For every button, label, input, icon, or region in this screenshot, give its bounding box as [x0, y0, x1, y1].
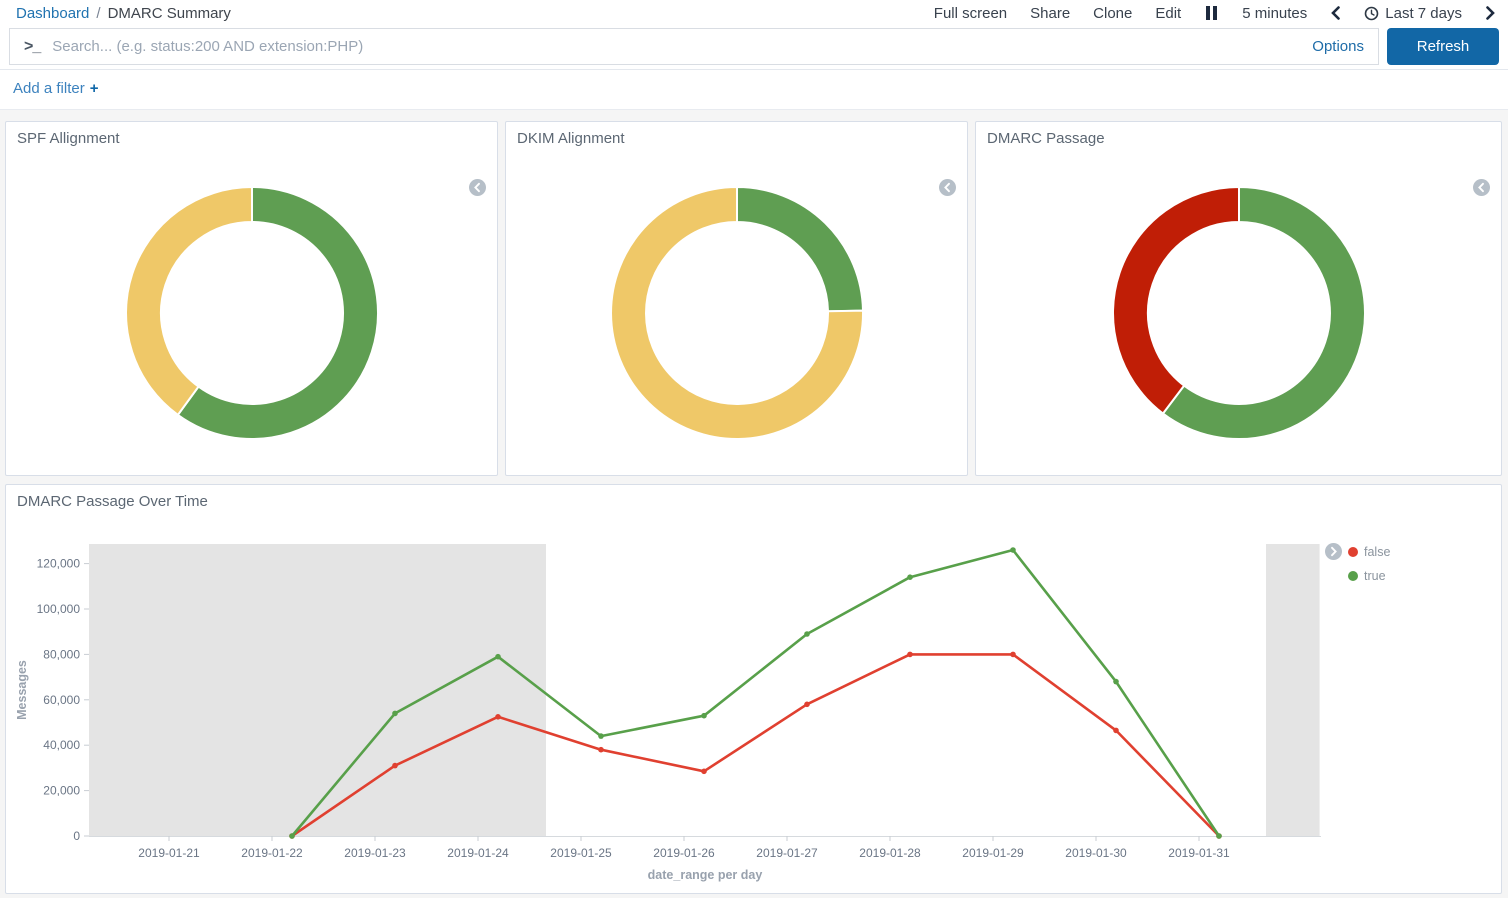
svg-text:80,000: 80,000: [43, 647, 80, 661]
dashboard-grid: SPF Allignment DKIM Alignment: [0, 110, 1508, 898]
svg-text:date_range per day: date_range per day: [648, 868, 763, 882]
svg-text:100,000: 100,000: [37, 602, 81, 616]
panel-dmarc-passage: DMARC Passage: [975, 121, 1502, 476]
legend-item-false[interactable]: false: [1364, 545, 1390, 559]
chart-legend: false true: [1325, 543, 1390, 592]
filter-bar: Add a filter +: [0, 70, 1508, 110]
dkim-donut-chart[interactable]: [607, 183, 867, 443]
breadcrumb: Dashboard / DMARC Summary: [16, 5, 231, 22]
breadcrumb-separator: /: [96, 5, 100, 22]
svg-text:2019-01-21: 2019-01-21: [138, 846, 200, 860]
add-filter-label: Add a filter: [13, 80, 85, 97]
top-nav-bar: Dashboard / DMARC Summary Full screen Sh…: [0, 0, 1508, 24]
legend-false-dot: [1348, 547, 1358, 557]
legend-toggle-button[interactable]: [469, 179, 486, 196]
line-chart[interactable]: 0 20,000 40,000 60,000 80,000 100,000 120,000 2…: [6, 485, 1501, 893]
legend-toggle-button[interactable]: [1473, 179, 1490, 196]
panel-dmarc-passage-over-time: DMARC Passage Over Time 0 20,000 40,000 60,…: [5, 484, 1502, 894]
clock-icon: [1364, 6, 1379, 21]
svg-text:2019-01-27: 2019-01-27: [756, 846, 818, 860]
time-range-button[interactable]: Last 7 days: [1364, 5, 1462, 22]
svg-text:2019-01-24: 2019-01-24: [447, 846, 509, 860]
chevron-left-circle-icon: [469, 179, 486, 196]
chevron-left-circle-icon: [939, 179, 956, 196]
panel-spf-alignment: SPF Allignment: [5, 121, 498, 476]
svg-text:2019-01-26: 2019-01-26: [653, 846, 715, 860]
svg-text:Messages: Messages: [15, 660, 29, 720]
svg-text:2019-01-29: 2019-01-29: [962, 846, 1024, 860]
chevron-left-circle-icon: [1473, 179, 1490, 196]
panel-title: DMARC Passage Over Time: [6, 485, 1501, 510]
edit-button[interactable]: Edit: [1155, 5, 1181, 22]
panel-title: DKIM Alignment: [506, 122, 967, 147]
add-filter-link[interactable]: Add a filter +: [13, 80, 98, 97]
plus-icon: +: [90, 80, 99, 97]
refresh-interval-button[interactable]: 5 minutes: [1242, 5, 1307, 22]
svg-text:2019-01-22: 2019-01-22: [241, 846, 303, 860]
chevron-right-circle-icon: [1325, 543, 1342, 560]
svg-text:60,000: 60,000: [43, 693, 80, 707]
query-bar: >_ Options Refresh: [0, 24, 1508, 70]
refresh-button[interactable]: Refresh: [1387, 28, 1499, 65]
svg-text:40,000: 40,000: [43, 738, 80, 752]
svg-text:2019-01-23: 2019-01-23: [344, 846, 406, 860]
time-back-button[interactable]: [1330, 6, 1341, 20]
chevron-right-icon: [1485, 6, 1496, 20]
legend-toggle-button[interactable]: [1325, 543, 1342, 560]
legend-item-true[interactable]: true: [1364, 569, 1386, 583]
time-forward-button[interactable]: [1485, 6, 1496, 20]
page-title: DMARC Summary: [108, 5, 231, 22]
query-prompt-icon: >_: [24, 38, 40, 56]
svg-text:0: 0: [73, 829, 80, 843]
svg-text:2019-01-28: 2019-01-28: [859, 846, 921, 860]
nav-menu: Full screen Share Clone Edit 5 minutes L…: [934, 5, 1496, 22]
search-input[interactable]: [52, 38, 1302, 55]
full-screen-button[interactable]: Full screen: [934, 5, 1007, 22]
breadcrumb-dashboard-link[interactable]: Dashboard: [16, 5, 89, 22]
pause-refresh-button[interactable]: [1204, 6, 1219, 20]
search-input-container[interactable]: >_ Options: [9, 28, 1379, 65]
svg-text:2019-01-30: 2019-01-30: [1065, 846, 1127, 860]
legend-true-dot: [1348, 571, 1358, 581]
svg-text:2019-01-25: 2019-01-25: [550, 846, 612, 860]
panel-dkim-alignment: DKIM Alignment: [505, 121, 968, 476]
panel-title: SPF Allignment: [6, 122, 497, 147]
chevron-left-icon: [1330, 6, 1341, 20]
pause-icon: [1206, 6, 1210, 20]
svg-text:120,000: 120,000: [37, 557, 81, 571]
clone-button[interactable]: Clone: [1093, 5, 1132, 22]
options-link[interactable]: Options: [1312, 38, 1364, 55]
panel-title: DMARC Passage: [976, 122, 1501, 147]
svg-text:2019-01-31: 2019-01-31: [1168, 846, 1230, 860]
spf-donut-chart[interactable]: [122, 183, 382, 443]
legend-toggle-button[interactable]: [939, 179, 956, 196]
svg-text:20,000: 20,000: [43, 784, 80, 798]
share-button[interactable]: Share: [1030, 5, 1070, 22]
dmarc-donut-chart[interactable]: [1109, 183, 1369, 443]
time-range-label: Last 7 days: [1385, 5, 1462, 22]
